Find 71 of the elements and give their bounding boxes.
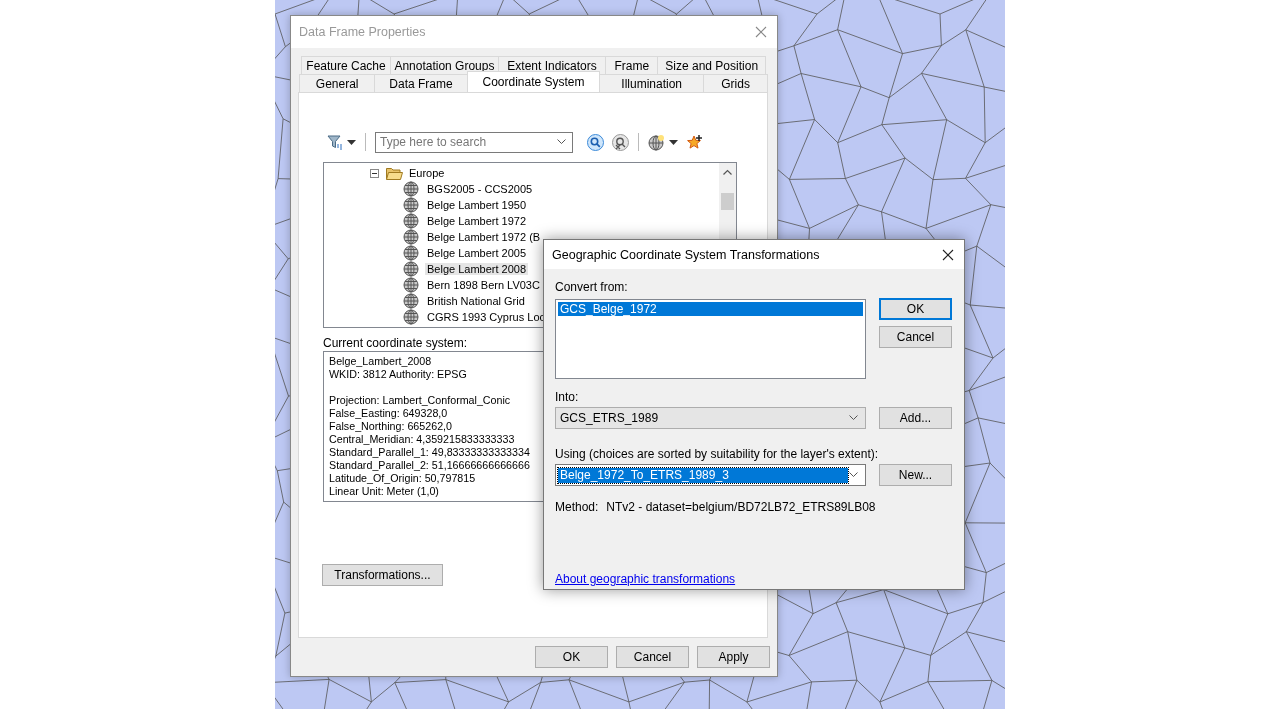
tree-item[interactable]: Belge Lambert 1950	[425, 199, 529, 211]
chevron-down-icon	[557, 139, 566, 145]
coordinate-detail: Linear Unit: Meter (1,0)	[329, 485, 440, 498]
coordinate-detail: Latitude_Of_Origin: 50,797815	[329, 472, 477, 485]
tree-item[interactable]: BGS2005 - CCS2005	[425, 183, 535, 195]
tree-item[interactable]: British National Grid	[425, 295, 527, 307]
globe-icon	[403, 277, 419, 293]
tree-item[interactable]: Belge Lambert 2008	[425, 263, 529, 275]
coordinate-detail: Belge_Lambert_2008	[329, 355, 433, 368]
search-box[interactable]: Type here to search	[375, 131, 573, 153]
ok-button[interactable]: OK	[879, 298, 952, 320]
coordinate-detail: WKID: 3812 Authority: EPSG	[329, 368, 468, 381]
method-label: Method:	[555, 500, 599, 514]
globe-icon[interactable]	[648, 133, 665, 151]
tab[interactable]: Annotation Groups	[390, 56, 499, 74]
transformations-button[interactable]: Transformations...	[322, 564, 443, 586]
coordinate-detail: False_Easting: 649328,0	[329, 407, 449, 420]
search-icon[interactable]	[587, 133, 604, 151]
into-label: Into:	[555, 390, 580, 404]
dialog-button[interactable]: Apply	[697, 646, 770, 668]
tree-item[interactable]: Belge Lambert 1972	[425, 215, 529, 227]
dialog-button[interactable]: Cancel	[616, 646, 689, 668]
window-title: Geographic Coordinate System Transformations	[552, 247, 820, 262]
cancel-button[interactable]: Cancel	[879, 326, 952, 348]
globe-icon	[403, 245, 419, 261]
about-transformations-link[interactable]: About geographic transformations	[555, 572, 736, 586]
using-dropdown[interactable]: Belge_1972_To_ETRS_1989_3	[555, 464, 866, 486]
globe-icon	[403, 293, 419, 309]
tree-item[interactable]: Bern 1898 Bern LV03C	[425, 279, 542, 291]
scroll-up-icon[interactable]	[723, 169, 732, 175]
globe-icon	[403, 309, 419, 325]
method-value: NTv2 - dataset=belgium/BD72LB72_ETRS89LB08	[606, 500, 876, 514]
coordinate-detail: Projection: Lambert_Conformal_Conic	[329, 394, 512, 407]
tab[interactable]: Feature Cache	[301, 56, 392, 74]
globe-icon	[403, 261, 419, 277]
globe-icon	[403, 181, 419, 197]
tab[interactable]: General	[299, 74, 376, 92]
globe-icon	[403, 229, 419, 245]
tab[interactable]: Size and Position	[657, 56, 766, 74]
into-dropdown[interactable]: GCS_ETRS_1989	[555, 407, 866, 429]
tree-item[interactable]: Belge Lambert 2005	[425, 247, 529, 259]
chevron-down-icon	[849, 415, 858, 421]
caret-icon	[669, 139, 678, 145]
current-system-label: Current coordinate system:	[323, 335, 469, 351]
tab[interactable]: Grids	[703, 74, 768, 92]
tree-item[interactable]: Belge Lambert 1972 (B	[425, 231, 543, 243]
star-plus-icon[interactable]	[686, 133, 703, 151]
coordinate-detail: Standard_Parallel_1: 49,83333333333334	[329, 446, 531, 459]
filter-icon[interactable]	[327, 134, 343, 150]
scrollbar-thumb[interactable]	[721, 193, 734, 210]
coordinate-detail: Central_Meridian: 4,359215833333333	[329, 433, 516, 446]
coordinate-detail: Standard_Parallel_2: 51,16666666666666	[329, 459, 531, 472]
new-button[interactable]: New...	[879, 464, 952, 486]
globe-icon	[403, 197, 419, 213]
collapse-icon[interactable]	[370, 168, 379, 178]
tree-item[interactable]: Europe	[407, 167, 447, 179]
close-icon[interactable]	[942, 248, 954, 261]
coordinate-detail: False_Northing: 665262,0	[329, 420, 453, 433]
add-button[interactable]: Add...	[879, 407, 952, 429]
clear-search-icon[interactable]	[612, 133, 629, 151]
tab[interactable]: Coordinate System	[466, 71, 601, 92]
chevron-down-icon	[849, 472, 858, 478]
convert-from-list[interactable]: GCS_Belge_1972	[555, 299, 866, 379]
dialog-button[interactable]: OK	[535, 646, 608, 668]
list-item[interactable]: GCS_Belge_1972	[558, 302, 863, 316]
caret-icon	[347, 139, 356, 145]
window-title: Data Frame Properties	[299, 25, 426, 39]
using-label: Using (choices are sorted by suitability for the layer's extent):	[555, 447, 880, 461]
globe-icon	[403, 213, 419, 229]
convert-from-label: Convert from:	[555, 280, 629, 294]
folder-icon	[386, 166, 403, 180]
